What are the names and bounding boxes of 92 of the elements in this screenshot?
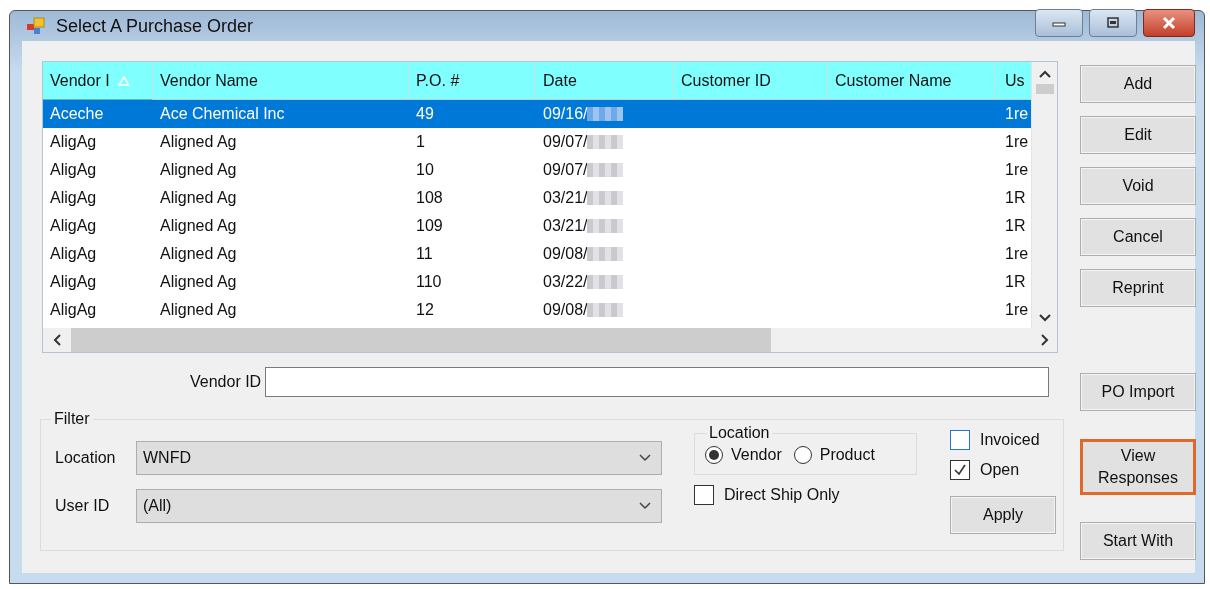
table-cell: 09/08/ xyxy=(543,245,588,263)
table-row[interactable]: AligAg Aligned Ag 11 09/08/ 1re xyxy=(43,240,1031,268)
table-cell: 1R xyxy=(1005,217,1026,235)
table-cell: 09/08/ xyxy=(543,301,588,319)
table-cell: Aligned Ag xyxy=(160,133,237,151)
table-cell: 1re xyxy=(1005,133,1029,151)
side-button[interactable]: Edit xyxy=(1080,116,1196,154)
side-button[interactable]: Reprint xyxy=(1080,269,1196,307)
table-cell: 03/21/ xyxy=(543,189,588,207)
apply-button[interactable]: Apply xyxy=(950,496,1056,534)
column-header[interactable]: Vendor Name xyxy=(153,62,409,100)
table-cell: AligAg xyxy=(50,133,97,151)
table-cell: AligAg xyxy=(50,161,97,179)
table-cell: 109 xyxy=(416,217,443,235)
table-cell: AligAg xyxy=(50,245,97,263)
table-row[interactable]: AligAg Aligned Ag 108 03/21/ 1R xyxy=(43,184,1031,212)
column-header[interactable]: Vendor I xyxy=(43,62,153,100)
user-id-label: User ID xyxy=(55,497,111,515)
side-button[interactable]: Start With xyxy=(1080,522,1196,560)
column-header[interactable]: Customer Name xyxy=(828,62,996,100)
maximize-button[interactable] xyxy=(1089,9,1137,37)
table-cell: Aceche xyxy=(50,105,104,123)
vendor-id-label: Vendor ID xyxy=(190,373,262,391)
table-cell: Ace Chemical Inc xyxy=(160,105,285,123)
scroll-thumb[interactable] xyxy=(1035,84,1054,94)
table-cell: 110 xyxy=(416,273,442,291)
scroll-thumb[interactable] xyxy=(71,328,771,352)
minimize-button[interactable] xyxy=(1035,9,1083,37)
table-row[interactable]: AligAg Aligned Ag 12 09/08/ 1re xyxy=(43,296,1031,324)
table-row[interactable]: AligAg Aligned Ag 1 09/07/ 1re xyxy=(43,128,1031,156)
location-dropdown[interactable]: WNFD xyxy=(136,441,662,475)
table-cell: Aligned Ag xyxy=(160,245,237,263)
app-icon xyxy=(26,16,46,36)
column-header[interactable]: Us xyxy=(996,62,1031,100)
side-button[interactable]: View Responses xyxy=(1080,439,1196,495)
table-row[interactable]: AligAg Aligned Ag 110 03/22/ 1R xyxy=(43,268,1031,296)
table-cell: 1re xyxy=(1005,245,1029,263)
window-title: Select A Purchase Order xyxy=(56,15,254,37)
table-cell: 49 xyxy=(416,105,434,123)
table-cell: AligAg xyxy=(50,217,97,235)
table-cell: AligAg xyxy=(50,273,97,291)
checkbox[interactable]: Invoiced xyxy=(950,430,1056,450)
side-button[interactable]: Cancel xyxy=(1080,218,1196,256)
checkmark-icon xyxy=(952,462,968,478)
table-cell: Aligned Ag xyxy=(160,301,237,319)
sort-arrow-icon xyxy=(117,75,130,86)
scroll-down-icon[interactable] xyxy=(1038,314,1051,322)
column-header[interactable]: P.O. # xyxy=(409,62,536,100)
table-row[interactable]: AligAg Aligned Ag 109 03/21/ 1R xyxy=(43,212,1031,240)
side-button[interactable]: PO Import xyxy=(1080,373,1196,411)
checkbox[interactable]: Direct Ship Only xyxy=(694,485,950,505)
table-cell: AligAg xyxy=(50,189,97,207)
close-icon xyxy=(1161,16,1177,30)
table-cell: Aligned Ag xyxy=(160,217,237,235)
table-cell: 09/07/ xyxy=(543,133,588,151)
side-button[interactable]: Add xyxy=(1080,65,1196,103)
table-row[interactable]: AligAg Aligned Ag 10 09/07/ 1re xyxy=(43,156,1031,184)
location-label: Location xyxy=(55,449,117,467)
close-button[interactable] xyxy=(1143,9,1195,37)
table-cell: 1re xyxy=(1005,301,1029,319)
table-cell: 108 xyxy=(416,189,443,207)
table-cell: 03/22/ xyxy=(543,273,588,291)
radio-option[interactable]: Product xyxy=(793,446,875,464)
column-header[interactable]: Date xyxy=(536,62,674,100)
table-cell: 09/16/ xyxy=(543,105,588,123)
vendor-id-field[interactable] xyxy=(265,367,1050,397)
table-cell: AligAg xyxy=(50,301,97,319)
table-cell: 12 xyxy=(416,301,434,319)
table-cell: 1 xyxy=(416,133,425,151)
table-cell: Aligned Ag xyxy=(160,161,237,179)
radio-option[interactable]: Vendor xyxy=(705,446,782,464)
user-id-dropdown[interactable]: (All) xyxy=(136,489,662,523)
scroll-left-icon[interactable] xyxy=(53,334,61,346)
vertical-scrollbar[interactable] xyxy=(1031,62,1057,328)
table-cell: Aligned Ag xyxy=(160,273,237,291)
table-cell: 1R xyxy=(1005,273,1026,291)
table-cell: 03/21/ xyxy=(543,217,588,235)
scroll-up-icon[interactable] xyxy=(1038,70,1051,78)
side-button[interactable]: Void xyxy=(1080,167,1196,205)
table-cell: 1R xyxy=(1005,189,1026,207)
table-row[interactable]: Aceche Ace Chemical Inc 49 09/16/ 1re xyxy=(43,100,1031,128)
table-cell: 1re xyxy=(1005,105,1029,123)
table-cell: 10 xyxy=(416,161,434,179)
table-cell: Aligned Ag xyxy=(160,189,237,207)
table-cell: 09/07/ xyxy=(543,161,588,179)
maximize-icon xyxy=(1106,17,1120,29)
checkbox[interactable]: Open xyxy=(950,460,1056,480)
horizontal-scrollbar[interactable] xyxy=(43,328,1057,352)
column-header[interactable]: Customer ID xyxy=(674,62,828,100)
table-cell: 11 xyxy=(416,245,433,263)
table-cell: 1re xyxy=(1005,161,1029,179)
scroll-right-icon[interactable] xyxy=(1041,334,1049,346)
